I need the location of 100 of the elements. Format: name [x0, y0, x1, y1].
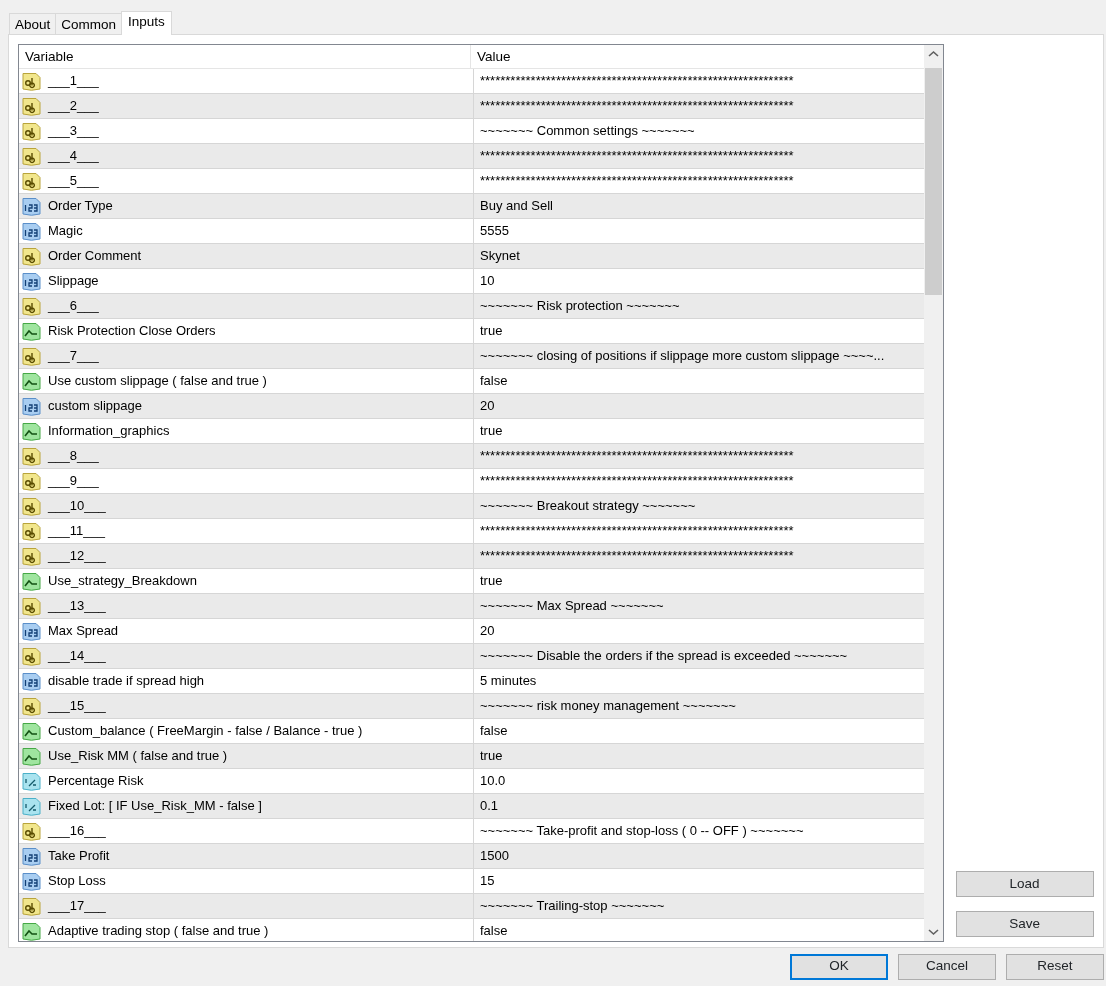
side-button[interactable]: Save — [955, 911, 1094, 937]
table-row[interactable]: ___15___ ~~~~~~~ risk money management ~~~~~~~ — [19, 694, 924, 719]
value-text[interactable]: 0.1 — [473, 794, 924, 818]
value-text[interactable]: 10.0 — [473, 769, 924, 793]
table-row[interactable]: ___3___ ~~~~~~~ Common settings ~~~~~~~ — [19, 119, 924, 144]
table-row[interactable]: ___4___ ************************************************************** — [19, 144, 924, 169]
table-row[interactable]: custom slippage 20 — [19, 394, 924, 419]
dialog-button[interactable]: OK — [790, 953, 888, 980]
value-text[interactable]: ~~~~~~~ closing of positions if slippage more custom slippage ~~~~... — [473, 344, 924, 368]
value-text[interactable]: false — [473, 719, 924, 743]
value-text[interactable]: true — [473, 569, 924, 593]
value-text[interactable]: ~~~~~~~ Risk protection ~~~~~~~ — [473, 294, 924, 318]
text-type-icon — [21, 595, 42, 617]
value-text[interactable]: ~~~~~~~ Take-profit and stop-loss ( 0 -- OFF ) ~~~~~~~ — [473, 819, 924, 843]
value-text[interactable]: 20 — [473, 394, 924, 418]
table-row[interactable]: ___12___ ************************************************************** — [19, 544, 924, 569]
variable-name: ___14___ — [46, 647, 107, 666]
value-text[interactable]: ~~~~~~~ risk money management ~~~~~~~ — [473, 694, 924, 718]
table-row[interactable]: Percentage Risk 10.0 — [19, 769, 924, 794]
value-text[interactable]: ************************************************************** — [473, 144, 924, 168]
table-row[interactable]: ___5___ ************************************************************** — [19, 169, 924, 194]
table-row[interactable]: ___17___ ~~~~~~~ Trailing-stop ~~~~~~~ — [19, 894, 924, 919]
table-row[interactable]: ___7___ ~~~~~~~ closing of positions if slippage more custom slippage ~~~~... — [19, 344, 924, 369]
table-row[interactable]: Custom_balance ( FreeMargin - false / Balance - true ) false — [19, 719, 924, 744]
value-text[interactable]: ~~~~~~~ Max Spread ~~~~~~~ — [473, 594, 924, 618]
variable-name: Percentage Risk — [47, 772, 145, 791]
value-text[interactable]: Skynet — [473, 244, 924, 268]
table-row[interactable]: Use_strategy_Breakdown true — [19, 569, 924, 594]
table-row[interactable]: Slippage 10 — [19, 269, 924, 294]
value-text[interactable]: true — [473, 319, 924, 343]
side-button[interactable]: Load — [955, 871, 1094, 897]
table-row[interactable]: Information_graphics true — [19, 419, 924, 444]
table-row[interactable]: disable trade if spread high 5 minutes — [19, 669, 924, 694]
table-row[interactable]: Take Profit 1500 — [19, 844, 924, 869]
value-text[interactable]: 15 — [473, 869, 924, 893]
table-row[interactable]: Fixed Lot: [ IF Use_Risk_MM - false ] 0.1 — [19, 794, 924, 819]
value-text[interactable]: ~~~~~~~ Trailing-stop ~~~~~~~ — [473, 894, 924, 918]
integer-type-icon — [21, 195, 42, 217]
decimal-type-icon — [21, 795, 42, 817]
table-row[interactable]: Use_Risk MM ( false and true ) true — [19, 744, 924, 769]
value-text[interactable]: ************************************************************** — [473, 469, 924, 493]
value-text[interactable]: 5555 — [473, 219, 924, 243]
table-row[interactable]: ___10___ ~~~~~~~ Breakout strategy ~~~~~~~ — [19, 494, 924, 519]
variable-name: Custom_balance ( FreeMargin - false / Balance - true ) — [47, 722, 364, 741]
variable-name: Use_strategy_Breakdown — [47, 572, 198, 591]
dialog-button[interactable]: Cancel — [898, 953, 996, 980]
value-text[interactable]: 5 minutes — [473, 669, 924, 693]
table-row[interactable]: ___11___ ************************************************************** — [19, 519, 924, 544]
text-type-icon — [21, 295, 42, 317]
text-type-icon — [21, 545, 42, 567]
value-text[interactable]: true — [473, 744, 924, 768]
column-header[interactable]: Variable — [19, 45, 471, 68]
table-row[interactable]: Risk Protection Close Orders true — [19, 319, 924, 344]
value-text[interactable]: ************************************************************** — [473, 69, 924, 93]
variable-name: ___8___ — [46, 447, 100, 466]
table-row[interactable]: Magic 5555 — [19, 219, 924, 244]
variable-name: ___16___ — [46, 822, 107, 841]
value-text[interactable]: 10 — [473, 269, 924, 293]
dialog-button[interactable]: Reset — [1006, 953, 1104, 980]
value-text[interactable]: ~~~~~~~ Breakout strategy ~~~~~~~ — [473, 494, 924, 518]
table-row[interactable]: ___8___ ************************************************************** — [19, 444, 924, 469]
table-row[interactable]: Order Comment Skynet — [19, 244, 924, 269]
value-text[interactable]: ~~~~~~~ Disable the orders if the spread is exceeded ~~~~~~~ — [473, 644, 924, 668]
value-text[interactable]: ************************************************************** — [473, 544, 924, 568]
tab[interactable]: Inputs — [121, 11, 172, 35]
table-row[interactable]: ___16___ ~~~~~~~ Take-profit and stop-loss ( 0 -- OFF ) ~~~~~~~ — [19, 819, 924, 844]
table-row[interactable]: ___14___ ~~~~~~~ Disable the orders if the spread is exceeded ~~~~~~~ — [19, 644, 924, 669]
value-text[interactable]: false — [473, 369, 924, 393]
table-row[interactable]: Max Spread 20 — [19, 619, 924, 644]
table-row[interactable]: ___9___ ************************************************************** — [19, 469, 924, 494]
table-row[interactable]: ___13___ ~~~~~~~ Max Spread ~~~~~~~ — [19, 594, 924, 619]
tab[interactable]: About — [9, 13, 57, 35]
value-text[interactable]: ************************************************************** — [473, 169, 924, 193]
table-row[interactable]: Use custom slippage ( false and true ) false — [19, 369, 924, 394]
value-text[interactable]: ************************************************************** — [473, 519, 924, 543]
value-text[interactable]: true — [473, 419, 924, 443]
table-row[interactable]: Stop Loss 15 — [19, 869, 924, 894]
text-type-icon — [21, 695, 42, 717]
scroll-thumb[interactable] — [924, 68, 942, 295]
table-row[interactable]: ___2___ ************************************************************** — [19, 94, 924, 119]
text-type-icon — [21, 820, 42, 842]
variable-name: disable trade if spread high — [47, 672, 206, 691]
variable-name: ___2___ — [46, 97, 100, 116]
value-text[interactable]: 1500 — [473, 844, 924, 868]
column-header[interactable]: Value — [471, 45, 924, 68]
table-row[interactable]: ___1___ ************************************************************** — [19, 69, 924, 94]
value-text[interactable]: 20 — [473, 619, 924, 643]
scrollbar[interactable] — [923, 45, 943, 941]
value-text[interactable]: Buy and Sell — [473, 194, 924, 218]
variable-name: Slippage — [47, 272, 100, 291]
integer-type-icon — [21, 845, 42, 867]
table-row[interactable]: Order Type Buy and Sell — [19, 194, 924, 219]
value-text[interactable]: ~~~~~~~ Common settings ~~~~~~~ — [473, 119, 924, 143]
table-row[interactable]: ___6___ ~~~~~~~ Risk protection ~~~~~~~ — [19, 294, 924, 319]
text-type-icon — [21, 145, 42, 167]
value-text[interactable]: ************************************************************** — [473, 444, 924, 468]
value-text[interactable]: false — [473, 919, 924, 941]
text-type-icon — [21, 95, 42, 117]
variable-name: Stop Loss — [47, 872, 107, 891]
value-text[interactable]: ************************************************************** — [473, 94, 924, 118]
